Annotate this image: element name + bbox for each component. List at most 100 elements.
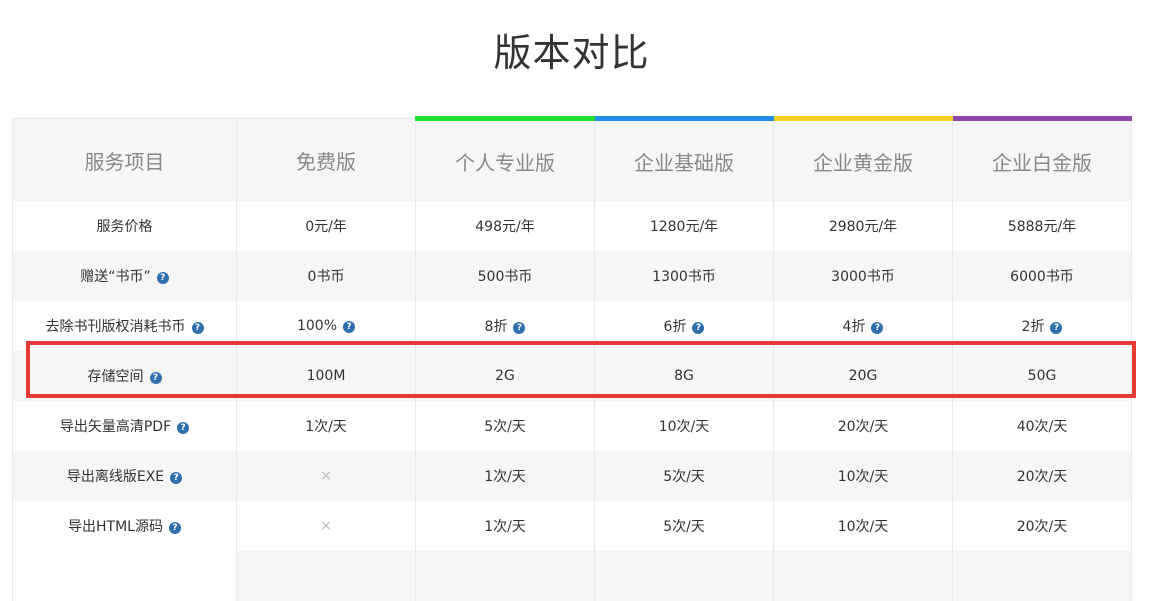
not-available-icon: × [320,518,332,534]
cell-value: 20次/天 [1016,519,1068,535]
header-enterprise-basic-edition: 企业基础版 [594,116,774,201]
table-row: 去除书刊版权消耗书币? 100%? 8折? 6折? 4折? 2折? [12,301,1132,351]
table-row: 存储空间? 100M 2G 8G 20G 50G [12,351,1132,401]
cell-value: 5888元/年 [1007,219,1077,235]
row-label: 赠送“书币” [80,269,151,285]
version-comparison-table: 服务项目 免费版 个人专业版 企业基础版 企业黄金版 企业白金版 服务价格 0元/… [12,116,1132,601]
row-label-cell: 赠送“书币”? [12,251,237,301]
cell-value: 2G [495,368,515,384]
value-cell: 2G [415,351,595,401]
value-cell: × [236,451,416,501]
value-cell: 2980元/年 [773,201,953,251]
value-cell: 5888元/年 [952,201,1132,251]
value-cell [773,551,953,601]
value-cell: 20G [773,351,953,401]
table-row [12,551,1132,601]
value-cell: 1280元/年 [594,201,774,251]
value-cell: 6折? [594,301,774,351]
table-row: 导出矢量高清PDF? 1次/天 5次/天 10次/天 20次/天 40次/天 [12,401,1132,451]
help-icon[interactable]: ? [156,272,169,284]
cell-value: 5次/天 [484,419,526,435]
table-row: 赠送“书币”? 0书币 500书币 1300书币 3000书币 6000书币 [12,251,1132,301]
value-cell: 20次/天 [952,501,1132,551]
value-cell: 1次/天 [415,451,595,501]
value-cell: 5次/天 [594,501,774,551]
cell-value: 20次/天 [837,419,889,435]
value-cell: 8G [594,351,774,401]
header-free-edition: 免费版 [236,118,416,201]
cell-value: 6折 [663,319,687,335]
table-row: 导出离线版EXE? × 1次/天 5次/天 10次/天 20次/天 [12,451,1132,501]
help-icon[interactable]: ? [513,322,526,334]
cell-value: 4折 [842,319,866,335]
value-cell [12,551,237,601]
value-cell: 8折? [415,301,595,351]
cell-value: 1次/天 [305,419,347,435]
cell-value: 0书币 [307,269,345,285]
value-cell [415,551,595,601]
cell-value: 40次/天 [1016,419,1068,435]
value-cell: 5次/天 [594,451,774,501]
value-cell: 2折? [952,301,1132,351]
table-header-row: 服务项目 免费版 个人专业版 企业基础版 企业黄金版 企业白金版 [12,116,1132,201]
row-label-cell: 服务价格 [12,201,237,251]
help-icon[interactable]: ? [692,322,705,334]
row-label: 存储空间 [87,369,144,385]
page-title: 版本对比 [493,31,650,75]
header-personal-pro-edition: 个人专业版 [415,116,595,201]
value-cell: 100M [236,351,416,401]
cell-value: 1300书币 [652,269,716,285]
cell-value: 20次/天 [1016,469,1068,485]
value-cell [594,551,774,601]
help-icon[interactable]: ? [191,322,204,334]
value-cell: 20次/天 [773,401,953,451]
header-service-item: 服务项目 [12,118,237,201]
value-cell [952,551,1132,601]
cell-value: 100M [306,368,346,384]
value-cell: 10次/天 [773,451,953,501]
not-available-icon: × [320,468,332,484]
cell-value: 1次/天 [484,519,526,535]
cell-value: 5次/天 [663,519,705,535]
value-cell: × [236,501,416,551]
help-icon[interactable]: ? [343,321,356,333]
cell-value: 10次/天 [837,469,889,485]
row-label-cell: 存储空间? [12,351,237,401]
value-cell: 5次/天 [415,401,595,451]
value-cell: 20次/天 [952,451,1132,501]
cell-value: 8G [674,368,694,384]
row-label-cell: 去除书刊版权消耗书币? [12,301,237,351]
value-cell: 1300书币 [594,251,774,301]
value-cell: 0书币 [236,251,416,301]
value-cell: 3000书币 [773,251,953,301]
cell-value: 2折 [1021,319,1045,335]
help-icon[interactable]: ? [168,522,181,534]
cell-value: 500书币 [477,269,533,285]
row-label-cell: 导出HTML源码? [12,501,237,551]
row-label: 导出离线版EXE [66,469,165,485]
cell-value: 1280元/年 [649,219,719,235]
value-cell: 4折? [773,301,953,351]
header-enterprise-gold-edition: 企业黄金版 [773,116,953,201]
value-cell: 1次/天 [236,401,416,451]
value-cell: 498元/年 [415,201,595,251]
row-label-cell: 导出矢量高清PDF? [12,401,237,451]
row-label: 去除书刊版权消耗书币 [45,319,186,335]
help-icon[interactable]: ? [149,372,162,384]
help-icon[interactable]: ? [170,472,183,484]
cell-value: 5次/天 [663,469,705,485]
help-icon[interactable]: ? [871,322,884,334]
row-label: 导出HTML源码 [68,519,163,535]
cell-value: 3000书币 [831,269,895,285]
row-label: 导出矢量高清PDF [59,419,172,435]
header-enterprise-platinum-edition: 企业白金版 [952,116,1132,201]
value-cell [236,551,416,601]
help-icon[interactable]: ? [1050,322,1063,334]
cell-value: 20G [848,368,878,384]
row-label: 服务价格 [96,219,153,235]
cell-value: 10次/天 [837,519,889,535]
table-row: 导出HTML源码? × 1次/天 5次/天 10次/天 20次/天 [12,501,1132,551]
cell-value: 2980元/年 [828,219,898,235]
cell-value: 50G [1027,368,1057,384]
help-icon[interactable]: ? [177,422,190,434]
